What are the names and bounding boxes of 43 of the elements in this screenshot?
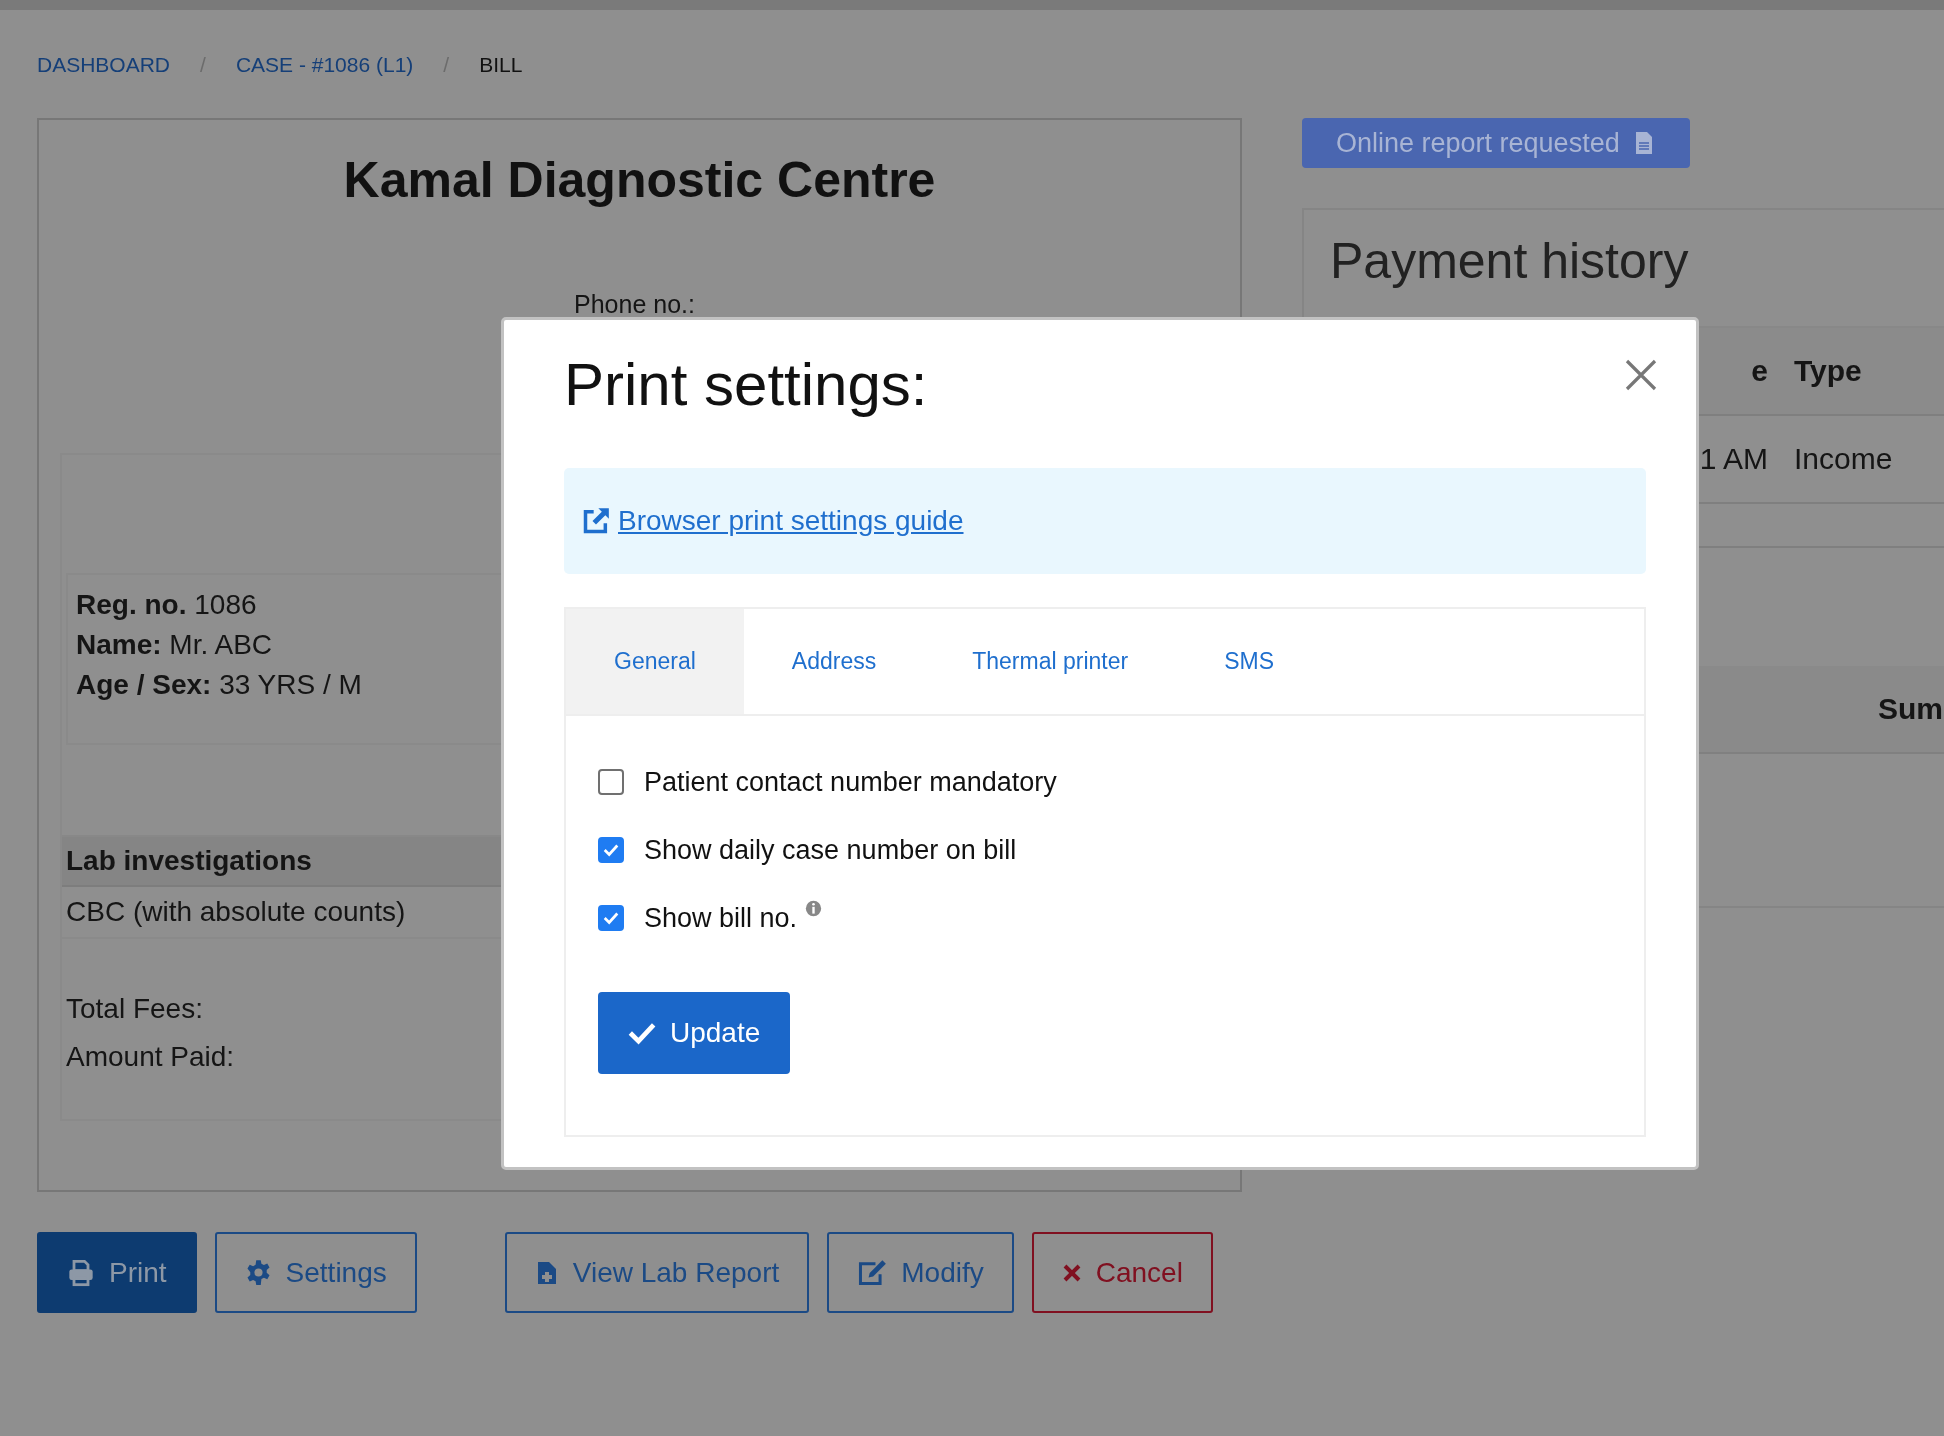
info-icon bbox=[805, 900, 823, 917]
guide-link[interactable]: Browser print settings guide bbox=[582, 505, 964, 537]
breadcrumb-separator: / bbox=[443, 53, 450, 77]
total-label: Amount Paid: bbox=[66, 1040, 235, 1074]
edit-icon bbox=[857, 1257, 888, 1288]
phone-label: Phone no.: bbox=[574, 290, 696, 320]
breadcrumb-separator: / bbox=[200, 53, 206, 77]
breadcrumb-link[interactable]: DASHBOARD bbox=[37, 53, 171, 77]
external-link-icon bbox=[582, 507, 610, 535]
table-cell: 1 AM bbox=[1699, 442, 1768, 475]
settings-tab[interactable]: Address bbox=[743, 609, 925, 714]
clinic-name: Kamal Diagnostic Centre bbox=[342, 151, 937, 210]
column-header: Sum bbox=[1878, 692, 1943, 726]
online-report-button[interactable]: Online report requested bbox=[1302, 118, 1690, 168]
close-button[interactable] bbox=[1624, 358, 1658, 392]
checkbox[interactable] bbox=[598, 905, 624, 931]
column-header: Type bbox=[1794, 354, 1862, 387]
action-button[interactable]: Settings bbox=[214, 1232, 417, 1313]
total-label: Total Fees: bbox=[66, 992, 203, 1026]
card-title: Payment history bbox=[1329, 232, 1690, 291]
update-button[interactable]: Update bbox=[598, 992, 791, 1074]
cross-icon bbox=[1061, 1262, 1082, 1283]
column-header: e bbox=[1751, 354, 1768, 387]
breadcrumb-link[interactable]: CASE - #1086 (L1) bbox=[235, 53, 414, 77]
patient-detail: Reg. no. 1086 bbox=[76, 588, 257, 622]
settings-tab[interactable]: Thermal printer bbox=[924, 609, 1177, 714]
settings-tab[interactable]: General bbox=[566, 609, 744, 714]
action-button[interactable]: View Lab Report bbox=[504, 1232, 810, 1313]
patient-detail: Age / Sex: 33 YRS / M bbox=[76, 668, 362, 702]
action-button[interactable]: Cancel bbox=[1031, 1232, 1213, 1313]
breadcrumb-current: BILL bbox=[479, 53, 523, 77]
checkbox[interactable] bbox=[598, 837, 624, 863]
checkbox[interactable] bbox=[598, 769, 624, 795]
printer-icon bbox=[67, 1258, 95, 1287]
option-label: Show daily case number on bill bbox=[644, 834, 1017, 866]
dialog-title: Print settings: bbox=[564, 350, 928, 420]
option-label: Show bill no. bbox=[644, 902, 798, 934]
patient-detail: Name: Mr. ABC bbox=[76, 628, 273, 662]
action-button[interactable]: Print bbox=[37, 1232, 197, 1313]
table-cell: Income bbox=[1794, 442, 1893, 475]
settings-tab[interactable]: SMS bbox=[1176, 609, 1322, 714]
option-label: Patient contact number mandatory bbox=[644, 766, 1057, 798]
action-button[interactable]: Modify bbox=[827, 1232, 1014, 1313]
